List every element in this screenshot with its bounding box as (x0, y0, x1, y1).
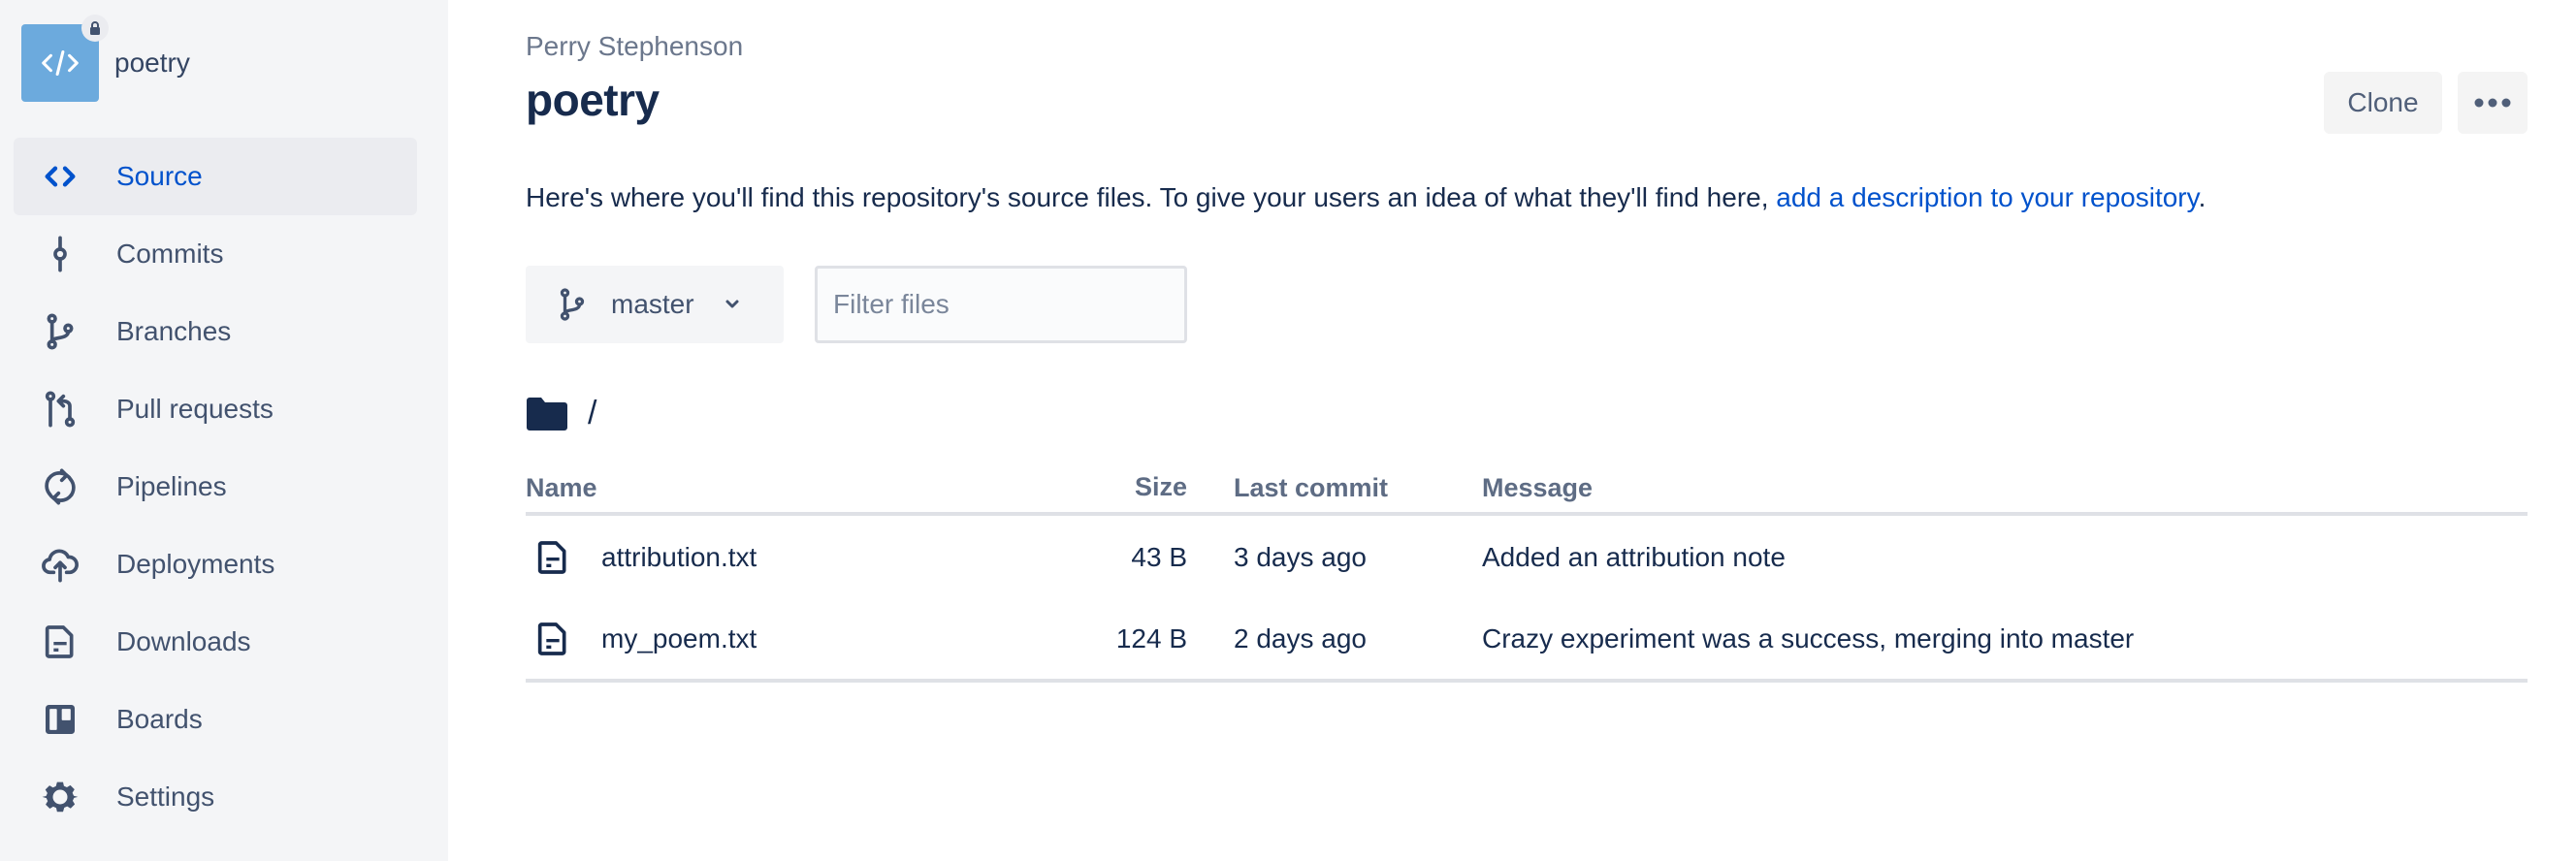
file-size: 124 B (1115, 623, 1187, 654)
filter-files-input[interactable] (815, 266, 1187, 343)
sidebar-item-pipelines[interactable]: Pipelines (14, 448, 417, 526)
repo-header[interactable]: poetry (21, 15, 190, 102)
pull-request-icon (37, 390, 83, 429)
repo-description: Here's where you'll find this repository… (526, 182, 2206, 213)
sidebar-item-label: Downloads (116, 626, 251, 656)
file-name-cell: attribution.txt (526, 538, 1187, 577)
sidebar: poetry Source Commits Branches Pull requ… (0, 0, 448, 861)
folder-icon (527, 398, 567, 430)
description-suffix: . (2198, 182, 2206, 212)
file-name-link[interactable]: my_poem.txt (601, 623, 757, 654)
column-header-message[interactable]: Message (1482, 473, 2528, 503)
sidebar-item-boards[interactable]: Boards (14, 681, 417, 758)
sidebar-item-label: Source (116, 161, 203, 191)
file-size: 43 B (1131, 542, 1187, 572)
current-path: / (526, 394, 596, 432)
file-last-commit: 2 days ago (1234, 623, 1367, 654)
column-header-last-commit[interactable]: Last commit (1234, 473, 1482, 503)
file-icon (537, 622, 566, 655)
repo-avatar (21, 15, 109, 102)
file-commit-message: Added an attribution note (1482, 542, 1786, 572)
sidebar-item-label: Commits (116, 239, 224, 269)
branch-name: master (611, 289, 694, 319)
sidebar-item-label: Settings (116, 781, 215, 812)
file-commit-message: Crazy experiment was a success, merging … (1482, 623, 2135, 654)
lock-icon (90, 21, 100, 35)
more-horizontal-icon (2474, 98, 2511, 108)
table-header: Name Size Last commit Message (526, 463, 2528, 516)
page-title: poetry (526, 75, 660, 125)
column-header-size[interactable]: Size (1135, 472, 1187, 502)
file-name-cell: my_poem.txt (526, 620, 1187, 658)
commit-icon (37, 235, 83, 273)
sidebar-item-commits[interactable]: Commits (14, 215, 417, 293)
file-last-commit: 3 days ago (1234, 542, 1367, 572)
gear-icon (37, 778, 83, 816)
sidebar-item-branches[interactable]: Branches (14, 293, 417, 370)
table-row[interactable]: attribution.txt 43 B 3 days ago Added an… (526, 516, 2528, 599)
board-icon (37, 700, 83, 739)
table-row[interactable]: my_poem.txt 124 B 2 days ago Crazy exper… (526, 599, 2528, 683)
breadcrumb-owner[interactable]: Perry Stephenson (526, 31, 743, 62)
sidebar-item-label: Pipelines (116, 471, 227, 501)
sidebar-item-source[interactable]: Source (14, 138, 417, 215)
sidebar-item-pull-requests[interactable]: Pull requests (14, 370, 417, 448)
more-actions-button[interactable] (2458, 72, 2528, 134)
column-header-name[interactable]: Name (526, 473, 1187, 503)
sidebar-item-settings[interactable]: Settings (14, 758, 417, 836)
code-icon (42, 49, 79, 77)
branch-icon (560, 288, 585, 321)
file-table: Name Size Last commit Message attributio… (526, 463, 2528, 683)
sidebar-item-label: Deployments (116, 549, 275, 579)
refresh-cycle-icon (37, 467, 83, 506)
header-actions: Clone (2324, 72, 2528, 134)
private-badge (81, 15, 109, 42)
sidebar-nav: Source Commits Branches Pull requests Pi… (14, 138, 417, 836)
branch-selector[interactable]: master (526, 266, 784, 343)
sidebar-item-deployments[interactable]: Deployments (14, 526, 417, 603)
chevron-down-icon (725, 300, 739, 308)
file-icon (537, 541, 566, 574)
sidebar-item-label: Pull requests (116, 394, 274, 424)
path-root[interactable]: / (588, 395, 596, 432)
description-text: Here's where you'll find this repository… (526, 182, 1777, 212)
clone-button[interactable]: Clone (2324, 72, 2442, 134)
cloud-upload-icon (37, 545, 83, 584)
sidebar-item-label: Boards (116, 704, 203, 734)
sidebar-item-label: Branches (116, 316, 232, 346)
document-icon (37, 622, 83, 661)
repo-name: poetry (114, 48, 190, 78)
add-description-link[interactable]: add a description to your repository (1776, 182, 2198, 212)
main-content: Perry Stephenson poetry Clone Here's whe… (526, 0, 2528, 861)
file-name-link[interactable]: attribution.txt (601, 542, 757, 573)
branch-icon (37, 312, 83, 351)
source-code-icon (37, 157, 83, 196)
sidebar-item-downloads[interactable]: Downloads (14, 603, 417, 681)
